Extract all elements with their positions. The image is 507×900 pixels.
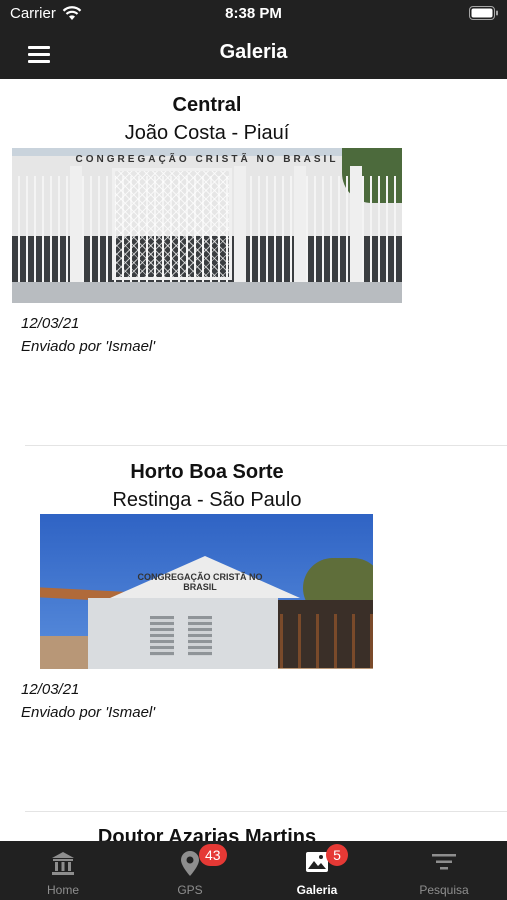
gallery-item-title: Central (172, 94, 242, 116)
photo-sign-text: CONGREGAÇÃO CRISTÃ NO BRASIL (137, 572, 263, 592)
navigation-bar: Galeria (0, 28, 507, 79)
tab-label: Galeria (296, 883, 338, 897)
notification-badge: 43 (199, 844, 227, 866)
gallery-list[interactable]: Central João Costa - Piauí CONGREGAÇÃO C… (0, 79, 507, 841)
tab-gps[interactable]: 43 GPS (127, 841, 253, 900)
gallery-item[interactable]: Horto Boa Sorte Restinga - São Paulo CON… (0, 445, 507, 812)
gallery-item-photo[interactable]: CONGREGAÇÃO CRISTÃ NO BRASIL (40, 514, 373, 669)
gallery-item-title: Horto Boa Sorte (130, 461, 284, 483)
tab-home[interactable]: Home (0, 841, 126, 900)
gallery-item-location: Restinga - São Paulo (112, 489, 302, 511)
tab-pesquisa[interactable]: Pesquisa (381, 841, 507, 900)
gallery-item-date: 12/03/21 (21, 315, 80, 332)
tab-galeria[interactable]: 5 Galeria (254, 841, 380, 900)
gallery-item[interactable]: Central João Costa - Piauí CONGREGAÇÃO C… (0, 79, 507, 446)
tab-label: GPS (177, 883, 203, 897)
gallery-item-sender: Enviado por 'Ismael' (21, 338, 156, 355)
photo-sign-text: CONGREGAÇÃO CRISTÃ NO BRASIL (75, 154, 339, 165)
notification-badge: 5 (326, 844, 348, 866)
gallery-item[interactable]: Doutor Azarias Martins (0, 812, 507, 841)
bank-icon (52, 852, 74, 875)
gallery-item-sender: Enviado por 'Ismael' (21, 704, 156, 721)
gallery-item-location: João Costa - Piauí (124, 122, 290, 144)
status-bar: Carrier 8:38 PM (0, 0, 507, 28)
tab-bar: Home 43 GPS 5 Galeria Pesquisa (0, 841, 507, 900)
gallery-item-photo[interactable]: CONGREGAÇÃO CRISTÃ NO BRASIL (12, 148, 402, 303)
filter-icon (432, 854, 456, 870)
tab-label: Pesquisa (419, 883, 469, 897)
location-pin-icon (181, 851, 199, 876)
battery-icon (469, 6, 498, 20)
status-time: 8:38 PM (225, 5, 282, 22)
tab-label: Home (46, 883, 79, 897)
page-title: Galeria (219, 41, 288, 63)
gallery-item-date: 12/03/21 (21, 681, 80, 698)
gallery-item-title: Doutor Azarias Martins (97, 826, 317, 841)
